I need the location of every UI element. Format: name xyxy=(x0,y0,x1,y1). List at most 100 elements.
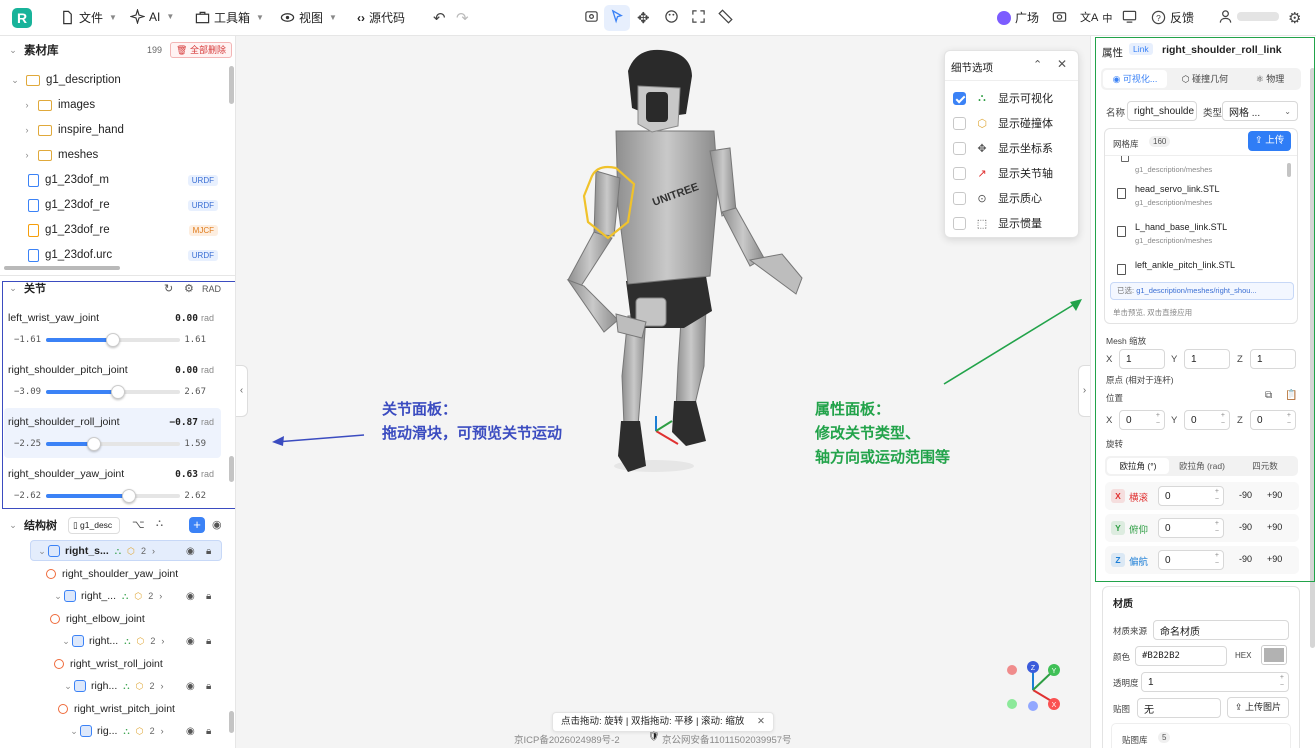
asset-item[interactable]: g1_23dof_m URDF xyxy=(24,169,228,191)
lock-icon[interactable]: 🔒︎ xyxy=(206,636,211,647)
tree-link-node[interactable]: ⌄ right_... ⛬ ⬡ 2 › ◉ 🔒︎ xyxy=(52,585,211,607)
tab-collision[interactable]: ⬡ 碰撞几何 xyxy=(1175,70,1235,88)
eye-icon[interactable]: ◉ xyxy=(186,636,195,647)
undo-button[interactable]: ↶ xyxy=(433,9,446,27)
close-icon[interactable]: ✕ xyxy=(757,716,765,727)
tree-scrollbar[interactable] xyxy=(229,711,234,733)
move-tool-button[interactable]: ✥ xyxy=(637,9,650,27)
asset-item[interactable]: g1_23dof.urc URDF xyxy=(24,244,228,266)
3d-viewport[interactable]: UNITREE Z Y X 关节面板： 拖动滑块，可预览关节运动 属性面板： 修… xyxy=(236,36,1090,748)
asset-item[interactable]: g1_23dof_re MJCF xyxy=(24,219,228,241)
eye-toggle-icon[interactable]: ◉ xyxy=(212,518,222,531)
color-hex-input[interactable]: #B2B2B2 xyxy=(1135,646,1227,666)
detail-option[interactable]: ⊙ 显示质心 xyxy=(953,190,1042,206)
detail-option[interactable]: ↗ 显示关节轴 xyxy=(953,165,1053,181)
file-menu[interactable]: 文件 ▼ xyxy=(60,9,117,26)
chevron-right-icon[interactable]: › xyxy=(20,125,34,135)
source-code-button[interactable]: ‹› 源代码 xyxy=(357,9,405,26)
upload-mesh-button[interactable]: ⇪ 上传 xyxy=(1248,131,1291,151)
delete-all-button[interactable]: 🗑 全部删除 xyxy=(170,42,232,58)
collapse-icon[interactable]: ⌃ xyxy=(1033,58,1042,71)
name-field[interactable]: right_shoulde xyxy=(1127,101,1197,121)
detail-option[interactable]: ✥ 显示坐标系 xyxy=(953,140,1053,156)
mesh-list-item[interactable]: left_ankle_pitch_link.STL xyxy=(1105,254,1285,279)
checkbox[interactable] xyxy=(953,116,966,130)
checkbox[interactable] xyxy=(953,166,966,180)
tree-joint-node[interactable]: right_wrist_roll_joint xyxy=(54,653,163,675)
tab-euler-deg[interactable]: 欧拉角 (°) xyxy=(1107,458,1169,474)
monitor-button[interactable] xyxy=(1122,9,1137,24)
app-logo[interactable]: R xyxy=(12,8,32,28)
detail-option[interactable]: ⛬ 显示可视化 xyxy=(953,90,1053,106)
checkbox[interactable] xyxy=(953,191,966,205)
tree-shape-icon[interactable]: ⛬ xyxy=(156,518,163,529)
asset-h-scrollbar[interactable] xyxy=(4,266,120,270)
rotate-neg-button[interactable]: -90 xyxy=(1239,522,1252,532)
tree-link-node[interactable]: ⌄ right... ⛬ ⬡ 2 › ◉ 🔒︎ xyxy=(60,630,211,652)
lock-icon[interactable]: 🔒︎ xyxy=(206,546,211,557)
rotation-input[interactable]: 0 + − xyxy=(1158,518,1224,538)
eye-icon[interactable]: ◉ xyxy=(186,591,195,602)
scale-z-input[interactable]: 1 xyxy=(1250,349,1296,369)
measure-button[interactable] xyxy=(718,9,733,24)
view-menu[interactable]: 视图 ▼ xyxy=(280,9,337,26)
mesh-list-item[interactable]: L_hand_base_link.STL g1_description/meshe… xyxy=(1105,216,1285,250)
close-icon[interactable]: ✕ xyxy=(1057,57,1067,71)
stepper-icon[interactable]: + − xyxy=(1215,552,1219,568)
user-menu[interactable] xyxy=(1218,9,1279,24)
chevron-down-icon[interactable]: ⌄ xyxy=(60,636,72,647)
asset-item[interactable]: g1_23dof_re URDF xyxy=(24,194,228,216)
rotate-neg-button[interactable]: -90 xyxy=(1239,554,1252,564)
tab-visual[interactable]: ◉ 可视化... xyxy=(1103,70,1167,88)
color-swatch[interactable] xyxy=(1261,645,1287,665)
tree-link-icon[interactable]: ⌥ xyxy=(132,518,145,531)
chevron-right-icon[interactable]: › xyxy=(20,100,34,110)
lock-icon[interactable]: 🔒︎ xyxy=(206,591,211,602)
settings-button[interactable]: ⚙ xyxy=(1288,9,1301,27)
mesh-list-item[interactable]: head_servo_link.STL g1_description/meshes xyxy=(1105,178,1285,212)
robot-select[interactable]: ▯ g1_desc xyxy=(68,517,120,534)
pos-x-input[interactable]: 0 + − xyxy=(1119,410,1165,430)
rotation-input[interactable]: 0 + − xyxy=(1158,486,1224,506)
chevron-down-icon[interactable]: ⌄ xyxy=(68,726,80,737)
police-footer[interactable]: 京公网安备11011502039957号 xyxy=(662,732,792,746)
chevron-down-icon[interactable]: ⌄ xyxy=(8,75,22,86)
detail-option[interactable]: ⬡ 显示碰撞体 xyxy=(953,115,1053,131)
stepper-icon[interactable]: + − xyxy=(1287,412,1291,428)
asset-item[interactable]: › images xyxy=(20,94,228,116)
mesh-scrollbar[interactable] xyxy=(1287,163,1291,177)
checkbox[interactable] xyxy=(953,141,966,155)
material-source-select[interactable]: 命名材质 xyxy=(1153,620,1289,640)
camera-view-button[interactable] xyxy=(584,9,599,24)
chevron-down-icon[interactable]: ⌄ xyxy=(52,591,64,602)
checkbox[interactable] xyxy=(953,91,966,105)
icp-footer[interactable]: 京ICP备2026024989号-2 xyxy=(514,732,620,746)
fullscreen-button[interactable] xyxy=(691,9,706,24)
eye-icon[interactable]: ◉ xyxy=(186,681,195,692)
redo-button[interactable]: ↷ xyxy=(456,9,469,27)
asset-scrollbar[interactable] xyxy=(229,66,234,104)
rotation-input[interactable]: 0 + − xyxy=(1158,550,1224,570)
stepper-icon[interactable]: + − xyxy=(1280,674,1284,690)
upload-image-button[interactable]: ⇪ 上传图片 xyxy=(1227,697,1289,718)
select-tool[interactable] xyxy=(610,9,625,24)
tree-joint-node[interactable]: right_shoulder_yaw_joint xyxy=(46,563,178,585)
chevron-down-icon[interactable]: ⌄ xyxy=(36,546,48,557)
rotate-pos-button[interactable]: +90 xyxy=(1267,522,1282,532)
paste-icon[interactable]: 📋 xyxy=(1285,390,1297,401)
copy-icon[interactable]: ⧉ xyxy=(1265,390,1272,401)
scale-x-input[interactable]: 1 xyxy=(1119,349,1165,369)
texture-select[interactable]: 无 xyxy=(1137,698,1221,718)
tree-link-node[interactable]: ⌄ righ... ⛬ ⬡ 2 › ◉ 🔒︎ xyxy=(62,675,211,697)
screenshot-button[interactable] xyxy=(1052,9,1067,24)
tree-link-node[interactable]: ⌄ rig... ⛬ ⬡ 2 › ◉ 🔒︎ xyxy=(68,720,211,742)
tree-link-node[interactable]: ⌄ right_s... ⛬ ⬡ 2 › ◉ 🔒︎ xyxy=(36,540,211,562)
tab-quaternion[interactable]: 四元数 xyxy=(1235,458,1295,474)
toolbox-menu[interactable]: 工具箱 ▼ xyxy=(195,9,264,26)
stepper-icon[interactable]: + − xyxy=(1221,412,1225,428)
tree-joint-node[interactable]: right_elbow_joint xyxy=(50,608,145,630)
rotate-pos-button[interactable]: +90 xyxy=(1267,554,1282,564)
plaza-button[interactable]: 广场 xyxy=(997,9,1039,26)
type-select[interactable]: 网格 ... ⌄ xyxy=(1222,101,1298,121)
detail-option[interactable]: ⬚ 显示惯量 xyxy=(953,215,1042,231)
